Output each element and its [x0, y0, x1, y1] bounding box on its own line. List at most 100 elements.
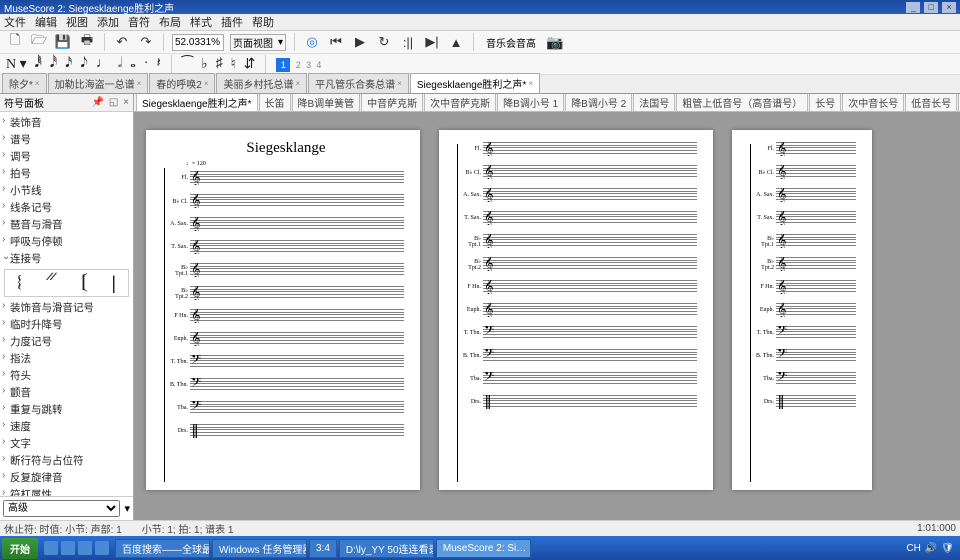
staff-lines[interactable]: 𝄞♩♪♫♬𝅘𝅥𝅮	[776, 188, 856, 202]
close-icon[interactable]: ×	[123, 97, 129, 108]
loop-icon[interactable]: ↻	[375, 33, 393, 51]
view-mode-combo[interactable]: 页面视图▾	[230, 34, 286, 51]
menu-notes[interactable]: 音符	[128, 14, 150, 30]
note-input-mode[interactable]: N ▾	[6, 56, 27, 73]
staff-lines[interactable]: 𝄞♩♪♫♬𝅘𝅥𝅮♩♪|♫♬♩♪♫|♬♩♪♫♬𝄽	[190, 263, 404, 277]
staff-lines[interactable]: 𝄢♩♪♫♬𝅘𝅥𝅮♩♪|♫♬♩♪♫|♬♩♪♫♬𝄽	[190, 401, 404, 415]
menu-add[interactable]: 添加	[97, 14, 119, 30]
palette-item[interactable]: 小节线	[0, 182, 133, 199]
play-icon[interactable]: ▶	[351, 33, 369, 51]
duration-quarter[interactable]: ♩	[96, 56, 110, 72]
open-file-icon[interactable]: 🗁	[30, 33, 48, 51]
palette-item[interactable]: 符杠属性	[0, 486, 133, 496]
staff-row[interactable]: F Hn.𝄞♩♪♫♬𝅘𝅥𝅮♩♪|♫♬♩♪♫|♬♩♪♫♬𝄽	[461, 278, 697, 296]
staff-lines[interactable]: ∥♩♪♫♬𝅘𝅥𝅮	[776, 395, 856, 409]
part-tab[interactable]: 中音萨克斯	[361, 94, 423, 112]
staff-lines[interactable]: 𝄢♩♪♫♬𝅘𝅥𝅮	[776, 349, 856, 363]
score-page-2[interactable]: Fl.𝄞♩♪♫♬𝅘𝅥𝅮♩♪|♫♬♩♪♫|♬♩♪♫♬𝄽 B♭ Cl.𝄞♩♪♫♬𝅘𝅥𝅮…	[439, 130, 713, 490]
staff-lines[interactable]: 𝄞♩♪♫♬𝅘𝅥𝅮♩♪|♫♬♩♪♫|♬♩♪♫♬𝄽	[483, 257, 697, 271]
staff-lines[interactable]: 𝄞♩♪♫♬𝅘𝅥𝅮♩♪|♫♬♩♪♫|♬♩♪♫♬𝄽	[190, 217, 404, 231]
staff-lines[interactable]: 𝄞♩♪♫♬𝅘𝅥𝅮♩♪|♫♬♩♪♫|♬♩♪♫♬𝄽	[190, 309, 404, 323]
staff-lines[interactable]: 𝄢♩♪♫♬𝅘𝅥𝅮♩♪|♫♬♩♪♫|♬♩♪♫♬𝄽	[483, 326, 697, 340]
palette-item[interactable]: 指法	[0, 350, 133, 367]
tie-icon[interactable]: ⁀	[182, 56, 193, 73]
staff-row[interactable]: B♭ Tpt.1𝄞♩♪♫♬𝅘𝅥𝅮	[754, 232, 856, 250]
image-capture-icon[interactable]: 📷	[546, 33, 564, 51]
staff-lines[interactable]: 𝄢♩♪♫♬𝅘𝅥𝅮	[776, 372, 856, 386]
new-file-icon[interactable]: 🗋	[6, 33, 24, 51]
score-page-1[interactable]: Siegesklange ♩= 120 Fl.𝄞♩♪♫♬𝅘𝅥𝅮♩♪|♫♬♩♪♫|…	[146, 130, 420, 490]
flip-icon[interactable]: ⇵	[244, 56, 256, 73]
palette-item[interactable]: 符头	[0, 367, 133, 384]
taskbar-item[interactable]: D:\ly_YY 50连连看录音	[339, 539, 434, 558]
rest-icon[interactable]: 𝄽	[156, 56, 160, 72]
palette-item[interactable]: 断行符与占位符	[0, 452, 133, 469]
staff-lines[interactable]: 𝄢♩♪♫♬𝅘𝅥𝅮♩♪|♫♬♩♪♫|♬♩♪♫♬𝄽	[483, 372, 697, 386]
flat-icon[interactable]: ♭	[201, 56, 208, 73]
tray-icon[interactable]: 🔊	[925, 543, 937, 554]
redo-icon[interactable]: ↷	[137, 33, 155, 51]
palette-item-open[interactable]: 连接号	[0, 250, 133, 267]
staff-row[interactable]: Fl.𝄞♩♪♫♬𝅘𝅥𝅮	[754, 140, 856, 158]
staff-row[interactable]: F Hn.𝄞♩♪♫♬𝅘𝅥𝅮♩♪|♫♬♩♪♫|♬♩♪♫♬𝄽	[168, 307, 404, 325]
staff-row[interactable]: B. Tbn.𝄢♩♪♫♬𝅘𝅥𝅮♩♪|♫♬♩♪♫|♬♩♪♫♬𝄽	[461, 347, 697, 365]
staff-row[interactable]: Tba.𝄢♩♪♫♬𝅘𝅥𝅮♩♪|♫♬♩♪♫|♬♩♪♫♬𝄽	[461, 370, 697, 388]
staff-lines[interactable]: 𝄢♩♪♫♬𝅘𝅥𝅮♩♪|♫♬♩♪♫|♬♩♪♫♬𝄽	[483, 349, 697, 363]
play-repeats-icon[interactable]: :||	[399, 33, 417, 51]
voice-2[interactable]: 2	[296, 60, 301, 70]
duration-32nd[interactable]: 𝅘𝅥𝅰	[50, 56, 57, 72]
palette-item[interactable]: 线条记号	[0, 199, 133, 216]
staff-lines[interactable]: 𝄞♩♪♫♬𝅘𝅥𝅮♩♪|♫♬♩♪♫|♬♩♪♫♬𝄽	[483, 188, 697, 202]
ql-icon[interactable]	[44, 541, 58, 555]
staff-row[interactable]: Fl.𝄞♩♪♫♬𝅘𝅥𝅮♩♪|♫♬♩♪♫|♬♩♪♫♬𝄽	[461, 140, 697, 158]
staff-row[interactable]: Tba.𝄢♩♪♫♬𝅘𝅥𝅮	[754, 370, 856, 388]
staff-lines[interactable]: 𝄞♩♪♫♬𝅘𝅥𝅮	[776, 257, 856, 271]
staff-lines[interactable]: 𝄢♩♪♫♬𝅘𝅥𝅮♩♪|♫♬♩♪♫|♬♩♪♫♬𝄽	[190, 378, 404, 392]
close-icon[interactable]: ×	[528, 79, 533, 88]
staff-lines[interactable]: 𝄞♩♪♫♬𝅘𝅥𝅮♩♪|♫♬♩♪♫|♬♩♪♫♬𝄽	[483, 234, 697, 248]
taskbar-item[interactable]: 3:4	[309, 539, 337, 558]
duration-dot[interactable]: ·	[144, 56, 149, 72]
part-tab[interactable]: 次中音长号	[842, 94, 904, 112]
bracket-glyph[interactable]: 𝄕	[82, 273, 88, 294]
palette-item[interactable]: 谱号	[0, 131, 133, 148]
palette-item[interactable]: 调号	[0, 148, 133, 165]
staff-lines[interactable]: 𝄢♩♪♫♬𝅘𝅥𝅮♩♪|♫♬♩♪♫|♬♩♪♫♬𝄽	[190, 355, 404, 369]
staff-row[interactable]: B. Tbn.𝄢♩♪♫♬𝅘𝅥𝅮	[754, 347, 856, 365]
save-icon[interactable]: 💾	[54, 33, 72, 51]
staff-row[interactable]: Fl.𝄞♩♪♫♬𝅘𝅥𝅮♩♪|♫♬♩♪♫|♬♩♪♫♬𝄽	[168, 169, 404, 187]
duration-64th[interactable]: 𝅘𝅥𝅱	[35, 56, 42, 72]
palette-item[interactable]: 装饰音与滑音记号	[0, 299, 133, 316]
staff-row[interactable]: B♭ Cl.𝄞♩♪♫♬𝅘𝅥𝅮♩♪|♫♬♩♪♫|♬♩♪♫♬𝄽	[461, 163, 697, 181]
minimize-button[interactable]: _	[906, 2, 920, 13]
palette-item[interactable]: 力度记号	[0, 333, 133, 350]
part-tab[interactable]: 长号	[809, 94, 841, 112]
staff-lines[interactable]: ∥♩♪♫♬𝅘𝅥𝅮♩♪|♫♬♩♪♫|♬♩♪♫♬𝄽	[483, 395, 697, 409]
palette-item[interactable]: 临时升降号	[0, 316, 133, 333]
staff-lines[interactable]: 𝄞♩♪♫♬𝅘𝅥𝅮♩♪|♫♬♩♪♫|♬♩♪♫♬𝄽	[483, 280, 697, 294]
part-tab[interactable]: 降B调小号 1	[497, 94, 564, 112]
palette-item[interactable]: 拍号	[0, 165, 133, 182]
maximize-button[interactable]: □	[924, 2, 938, 13]
palette-item[interactable]: 反复旋律音	[0, 469, 133, 486]
taskbar-item[interactable]: Windows 任务管理器	[212, 539, 307, 558]
staff-row[interactable]: Euph.𝄞♩♪♫♬𝅘𝅥𝅮♩♪|♫♬♩♪♫|♬♩♪♫♬𝄽	[461, 301, 697, 319]
score-tab-active[interactable]: Siegesklaenge胜利之声*×	[410, 73, 540, 93]
menu-file[interactable]: 文件	[4, 14, 26, 30]
staff-row[interactable]: Euph.𝄞♩♪♫♬𝅘𝅥𝅮	[754, 301, 856, 319]
pan-icon[interactable]: ▶|	[423, 33, 441, 51]
staff-row[interactable]: B♭ Tpt.2𝄞♩♪♫♬𝅘𝅥𝅮♩♪|♫♬♩♪♫|♬♩♪♫♬𝄽	[461, 255, 697, 273]
staff-row[interactable]: T. Sax.𝄞♩♪♫♬𝅘𝅥𝅮♩♪|♫♬♩♪♫|♬♩♪♫♬𝄽	[168, 238, 404, 256]
staff-row[interactable]: Tba.𝄢♩♪♫♬𝅘𝅥𝅮♩♪|♫♬♩♪♫|♬♩♪♫♬𝄽	[168, 399, 404, 417]
staff-row[interactable]: T. Tbn.𝄢♩♪♫♬𝅘𝅥𝅮♩♪|♫♬♩♪♫|♬♩♪♫♬𝄽	[461, 324, 697, 342]
bracket-glyph[interactable]: 𝄓	[45, 273, 58, 294]
score-tab[interactable]: 美丽乡村托总谱×	[216, 73, 307, 93]
part-tab[interactable]: 低音长号	[905, 94, 957, 112]
staff-row[interactable]: B. Tbn.𝄢♩♪♫♬𝅘𝅥𝅮♩♪|♫♬♩♪♫|♬♩♪♫♬𝄽	[168, 376, 404, 394]
staff-lines[interactable]: ∥♩♪♫♬𝅘𝅥𝅮♩♪|♫♬♩♪♫|♬♩♪♫♬𝄽	[190, 424, 404, 438]
menu-view[interactable]: 视图	[66, 14, 88, 30]
print-icon[interactable]: 🖶	[78, 33, 96, 51]
part-tab[interactable]: 粗管上低音号（高音谱号）	[676, 94, 808, 112]
staff-row[interactable]: B♭ Cl.𝄞♩♪♫♬𝅘𝅥𝅮♩♪|♫♬♩♪♫|♬♩♪♫♬𝄽	[168, 192, 404, 210]
tray-icon[interactable]: 🛡	[941, 543, 954, 554]
